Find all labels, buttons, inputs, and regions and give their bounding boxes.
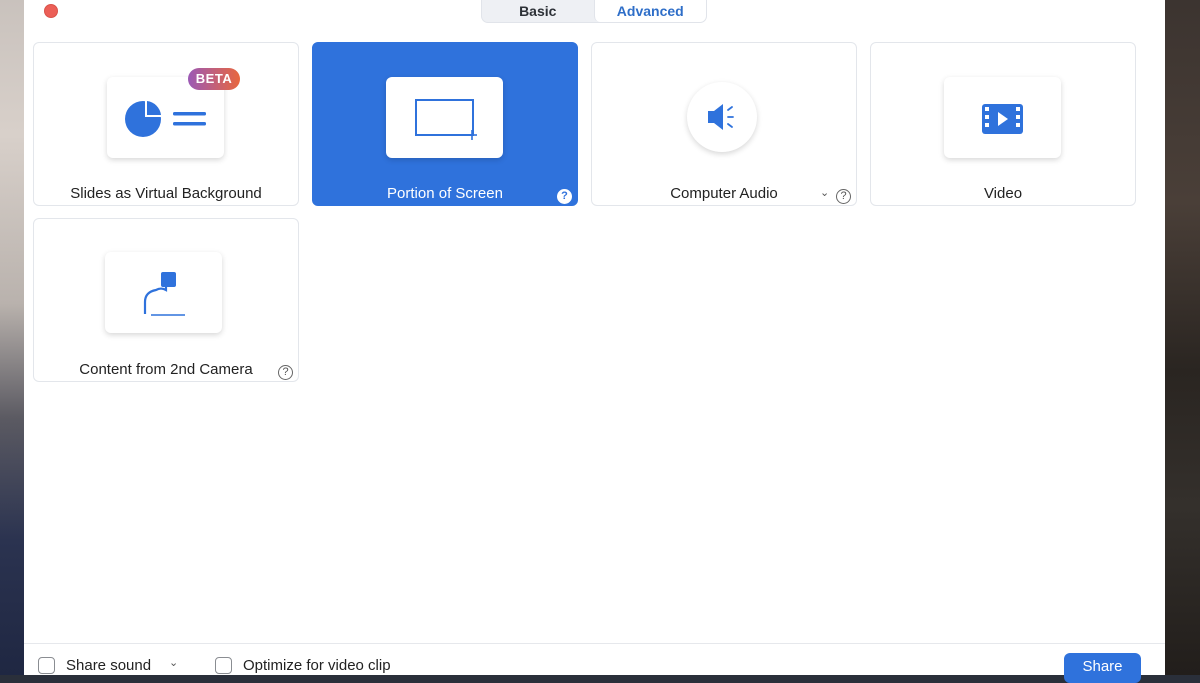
background-photo-right <box>1165 0 1200 675</box>
chevron-down-icon[interactable]: ⌄ <box>820 186 829 199</box>
card-label: Slides as Virtual Background <box>70 185 262 202</box>
optimize-video-label: Optimize for video clip <box>243 657 391 674</box>
card-label: Video <box>983 185 1023 202</box>
option-portion-of-screen[interactable]: Portion of Screen ? <box>312 42 578 206</box>
tab-switcher: Basic Advanced <box>481 0 707 23</box>
share-button[interactable]: Share <box>1064 653 1141 683</box>
audio-thumbnail <box>687 82 757 152</box>
video-thumbnail <box>944 77 1061 158</box>
card-label: Computer Audio <box>670 185 778 202</box>
tab-advanced[interactable]: Advanced <box>593 0 706 22</box>
help-icon[interactable]: ? <box>278 365 293 380</box>
camera-thumbnail <box>105 252 222 333</box>
background-photo-left <box>0 0 24 675</box>
screen-region-icon <box>415 99 477 140</box>
share-sound-chevron-down-icon[interactable]: ⌄ <box>169 656 178 669</box>
card-label: Content from 2nd Camera <box>79 361 253 378</box>
speaker-icon <box>708 104 734 130</box>
help-icon[interactable]: ? <box>557 189 572 204</box>
beta-badge: BETA <box>188 68 240 90</box>
portion-thumbnail <box>386 77 503 158</box>
card-label: Portion of Screen <box>387 185 503 202</box>
share-sound-label: Share sound <box>66 657 152 674</box>
option-computer-audio[interactable]: Computer Audio ⌄ ? <box>591 42 857 206</box>
help-icon[interactable]: ? <box>836 189 851 204</box>
share-sound-checkbox[interactable] <box>38 657 55 674</box>
camera-arm-icon <box>143 272 185 316</box>
film-icon <box>982 104 1023 134</box>
optimize-video-checkbox[interactable] <box>215 657 232 674</box>
footer-bar <box>24 643 1165 676</box>
option-slides-virtual-background[interactable]: BETA Slides as Virtual Background <box>33 42 299 206</box>
tab-basic[interactable]: Basic <box>482 0 594 22</box>
option-content-from-2nd-camera[interactable]: Content from 2nd Camera ? <box>33 218 299 382</box>
window-close-button[interactable] <box>44 4 58 18</box>
option-video[interactable]: Video <box>870 42 1136 206</box>
share-screen-window: Basic Advanced BETA Slides as Virtual Ba… <box>24 0 1165 683</box>
